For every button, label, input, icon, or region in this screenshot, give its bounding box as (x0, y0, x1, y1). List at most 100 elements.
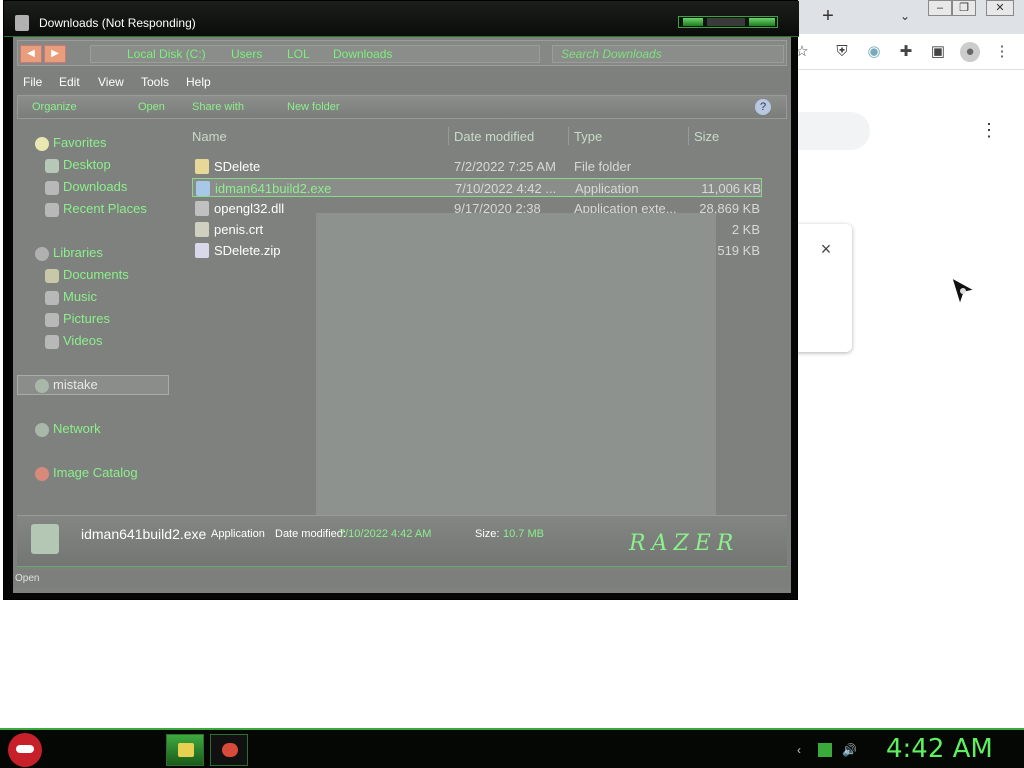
desktop-icon (45, 159, 59, 173)
close-button[interactable] (749, 18, 775, 26)
column-name[interactable]: Name (192, 129, 227, 147)
file-date: 7/2/2022 7:25 AM (454, 159, 556, 174)
new-folder-button[interactable]: New folder (287, 101, 340, 113)
help-icon[interactable]: ? (755, 99, 771, 115)
extensions-puzzle-icon[interactable]: ✚ (896, 42, 916, 62)
organize-button[interactable]: Organize (32, 101, 77, 113)
nav-homegroup[interactable]: mistake (53, 377, 98, 397)
restore-button[interactable]: ❐ (952, 0, 976, 16)
chrome-icon (222, 743, 238, 757)
chrome-window: + ⌄ – ❐ ✕ ☆ ⛨ ◉ ✚ ▣ ● ⋮ ⋮ × (790, 0, 1024, 730)
status-bar: Open (13, 570, 791, 588)
maximize-button[interactable] (707, 18, 745, 26)
extension-flag-icon[interactable]: ◉ (864, 42, 884, 62)
file-row-selected[interactable]: idman641build2.exe 7/10/2022 4:42 ... Ap… (192, 178, 762, 197)
libraries-icon (35, 247, 49, 261)
music-icon (45, 291, 59, 305)
title-bar[interactable]: Downloads (Not Responding) (4, 1, 799, 37)
nav-pictures[interactable]: Pictures (63, 311, 110, 331)
page-menu-kebab-icon[interactable]: ⋮ (980, 120, 998, 142)
breadcrumb[interactable]: Local Disk (C:) Users LOL Downloads (90, 45, 540, 63)
taskbar: ‹ 🔊 4:42 AM (0, 728, 1024, 768)
new-tab-button[interactable]: + (818, 5, 838, 27)
pictures-icon (45, 313, 59, 327)
razer-logo: RAZER (629, 531, 740, 556)
star-icon (35, 137, 49, 151)
details-file-name: idman641build2.exe (81, 526, 207, 542)
start-button[interactable] (8, 733, 42, 767)
ublock-icon[interactable]: ⛨ (832, 42, 852, 62)
column-type[interactable]: Type (574, 129, 602, 147)
tray-arrow-icon[interactable]: ‹ (792, 743, 806, 757)
menu-edit[interactable]: Edit (59, 75, 80, 89)
crumb-downloads[interactable]: Downloads (333, 47, 392, 61)
details-size-label: Size: (475, 528, 500, 540)
selected-file-icon (31, 524, 59, 554)
search-input[interactable]: Search Downloads (552, 45, 784, 63)
dll-file-icon (195, 201, 209, 216)
nav-recent-places[interactable]: Recent Places (63, 201, 147, 221)
unresponsive-overlay (316, 213, 716, 517)
file-size: 11,006 KB (701, 181, 761, 196)
file-row[interactable]: SDelete 7/2/2022 7:25 AM File folder (192, 157, 762, 176)
nav-documents[interactable]: Documents (63, 267, 129, 287)
window-title: Downloads (Not Responding) (39, 16, 196, 30)
close-window-button[interactable]: ✕ (986, 0, 1014, 16)
details-type: Application (211, 528, 265, 540)
dialog-close-icon[interactable]: × (816, 239, 836, 259)
nav-network[interactable]: Network (53, 421, 101, 441)
column-divider[interactable] (448, 127, 449, 145)
minimize-button[interactable]: – (928, 0, 952, 16)
folder-icon (178, 743, 194, 757)
minimize-button[interactable] (683, 18, 703, 26)
nav-downloads[interactable]: Downloads (63, 179, 127, 199)
column-divider[interactable] (568, 127, 569, 145)
videos-icon (45, 335, 59, 349)
application-icon (196, 181, 210, 196)
image-catalog-icon (35, 467, 49, 481)
side-panel-icon[interactable]: ▣ (928, 42, 948, 62)
nav-favorites[interactable]: Favorites (53, 135, 106, 155)
volume-icon[interactable]: 🔊 (842, 743, 857, 757)
nav-music[interactable]: Music (63, 289, 97, 309)
nav-libraries[interactable]: Libraries (53, 245, 103, 265)
column-date-modified[interactable]: Date modified (454, 129, 534, 147)
file-type: File folder (574, 159, 632, 174)
share-with-button[interactable]: Share with (192, 101, 244, 113)
menu-bar: File Edit View Tools Help (13, 71, 791, 93)
nav-desktop[interactable]: Desktop (63, 157, 111, 177)
chrome-menu-icon[interactable]: ⋮ (992, 42, 1012, 62)
downloads-icon (45, 181, 59, 195)
forward-button[interactable]: ▶ (44, 45, 66, 63)
window-controls (678, 16, 778, 28)
crumb-local-disk[interactable]: Local Disk (C:) (127, 47, 206, 61)
taskbar-clock[interactable]: 4:42 AM (886, 734, 993, 764)
address-bar: ◀ ▶ Local Disk (C:) Users LOL Downloads … (17, 40, 787, 66)
google-search-bar[interactable] (790, 112, 870, 150)
menu-help[interactable]: Help (186, 75, 211, 89)
menu-view[interactable]: View (98, 75, 124, 89)
details-pane: idman641build2.exe Application Date modi… (17, 515, 787, 567)
details-date-value: 7/10/2022 4:42 AM (339, 528, 432, 540)
back-button[interactable]: ◀ (20, 45, 42, 63)
column-size[interactable]: Size (694, 129, 719, 147)
column-divider[interactable] (688, 127, 689, 145)
taskbar-explorer[interactable] (166, 734, 204, 766)
status-text: Open (15, 573, 40, 584)
nav-image-catalog[interactable]: Image Catalog (53, 465, 138, 485)
taskbar-chrome[interactable] (210, 734, 248, 766)
network-tray-icon[interactable] (818, 743, 832, 757)
folder-icon (195, 159, 209, 174)
navigation-pane: Favorites Desktop Downloads Recent Place… (13, 123, 173, 517)
mouse-cursor-icon (951, 276, 976, 306)
tab-search-button[interactable]: ⌄ (896, 5, 914, 27)
menu-file[interactable]: File (23, 75, 42, 89)
menu-tools[interactable]: Tools (141, 75, 169, 89)
profile-avatar-icon[interactable]: ● (960, 42, 980, 62)
crumb-lol[interactable]: LOL (287, 47, 310, 61)
nav-videos[interactable]: Videos (63, 333, 103, 353)
open-button[interactable]: Open (138, 101, 165, 113)
crumb-users[interactable]: Users (231, 47, 262, 61)
explorer-body: ◀ ▶ Local Disk (C:) Users LOL Downloads … (13, 37, 791, 593)
file-type: Application (575, 181, 639, 196)
